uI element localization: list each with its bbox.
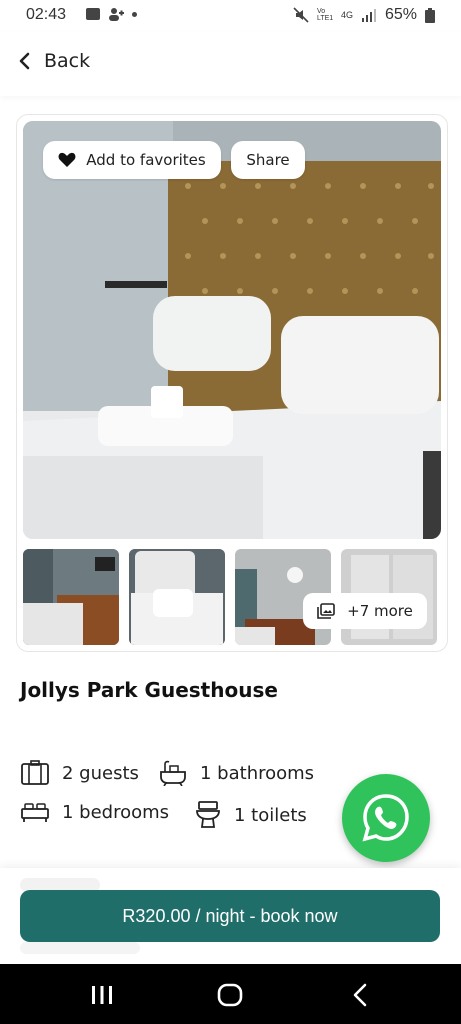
- back-arrow-icon: [353, 983, 367, 1007]
- thumbnail-1[interactable]: [23, 549, 119, 645]
- bedroom-photo-illustration: [23, 121, 441, 539]
- chevron-left-icon: [19, 52, 30, 70]
- feature-bedrooms: 1 bedrooms: [20, 801, 169, 823]
- home-icon: [217, 983, 243, 1007]
- bed-icon: [21, 803, 49, 822]
- status-bar: 02:43 Vo LTE1 4G 65%: [0, 0, 461, 32]
- battery-level: 65%: [384, 6, 417, 23]
- signal-icon: [361, 9, 376, 22]
- whatsapp-button[interactable]: [342, 774, 430, 862]
- feature-guests: 2 guests: [20, 760, 139, 786]
- thumbnail-2[interactable]: [129, 549, 225, 645]
- more-photos-label: +7 more: [347, 602, 413, 620]
- bedrooms-label: 1 bedrooms: [62, 801, 170, 823]
- thumbnail-strip: +7 more: [23, 549, 441, 645]
- listing-title: Jollys Park Guesthouse: [20, 678, 278, 702]
- network-type: 4G: [340, 10, 353, 20]
- more-notifications-icon: [132, 11, 137, 17]
- toilets-label: 1 toilets: [234, 804, 307, 826]
- photo-gallery: Add to favorites Share +7 more: [16, 114, 448, 652]
- bathtub-icon: [160, 760, 186, 786]
- thumbnail-2-illustration: [129, 549, 225, 645]
- system-navigation-bar: [0, 964, 461, 1024]
- feature-toilets: 1 toilets: [194, 801, 307, 829]
- back-label: Back: [44, 50, 91, 72]
- heart-icon: [58, 152, 76, 167]
- message-icon: [86, 8, 100, 20]
- mute-icon: [293, 7, 309, 23]
- photo-gallery-icon: [317, 603, 335, 619]
- share-button[interactable]: Share: [231, 141, 305, 179]
- contact-icon: [109, 8, 124, 21]
- main-photo[interactable]: Add to favorites Share: [23, 121, 441, 539]
- toilet-icon: [196, 801, 220, 828]
- book-now-button[interactable]: R320.00 / night - book now: [20, 890, 440, 942]
- top-app-bar: Back: [0, 32, 461, 96]
- system-back-button[interactable]: [346, 982, 374, 1008]
- thumbnail-1-illustration: [23, 549, 119, 645]
- add-to-favorites-button[interactable]: Add to favorites: [43, 141, 221, 179]
- favorites-label: Add to favorites: [86, 151, 206, 169]
- home-button[interactable]: [216, 982, 244, 1008]
- share-label: Share: [246, 151, 290, 169]
- notification-icons: [86, 7, 137, 21]
- recent-apps-button[interactable]: [88, 982, 116, 1008]
- whatsapp-icon: [362, 794, 409, 842]
- system-icons: Vo LTE1 4G 65%: [293, 6, 435, 24]
- more-photos-button[interactable]: +7 more: [303, 593, 427, 629]
- luggage-icon: [21, 760, 49, 785]
- bathrooms-label: 1 bathrooms: [200, 762, 315, 784]
- status-time: 02:43: [26, 6, 67, 23]
- recent-apps-icon: [92, 986, 112, 1004]
- feature-bathrooms: 1 bathrooms: [158, 760, 314, 786]
- guests-label: 2 guests: [62, 762, 139, 784]
- volte-badge: Vo LTE1: [316, 8, 334, 22]
- back-button[interactable]: Back: [18, 50, 90, 72]
- battery-icon: [425, 7, 435, 23]
